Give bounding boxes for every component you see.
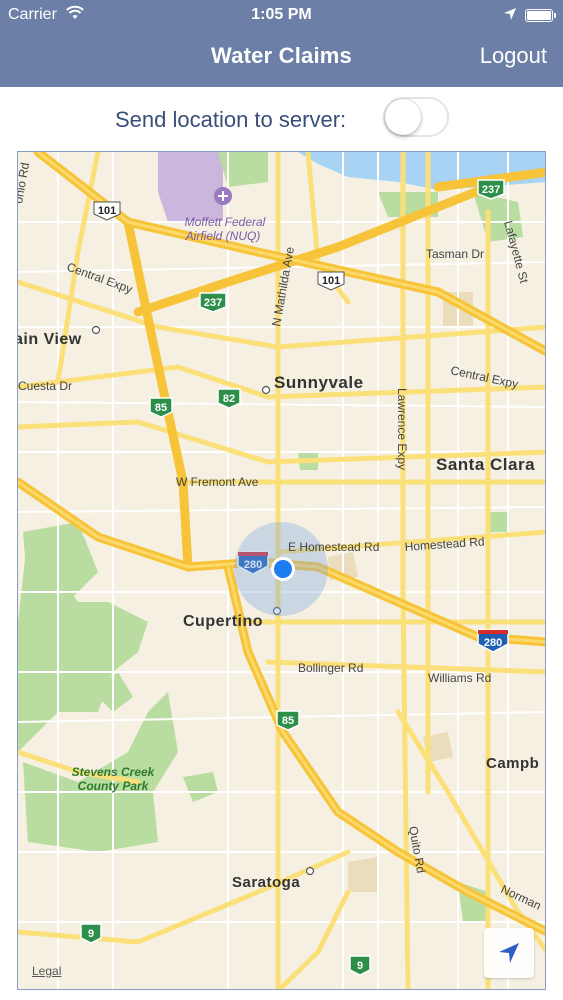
svg-text:101: 101 <box>322 275 340 287</box>
label-street-bollinger: Bollinger Rd <box>298 661 363 675</box>
battery-icon <box>525 9 556 22</box>
shield-82: 82 <box>217 388 241 409</box>
label-street-homestead: Homestead Rd <box>404 534 485 554</box>
svg-text:9: 9 <box>357 960 363 972</box>
label-airfield-line1: Moffett Federal <box>185 215 266 229</box>
label-airfield-line2: Airfield (NUQ) <box>185 229 261 243</box>
shield-237-b: 237 <box>199 292 227 313</box>
label-street-onio: onio Rd <box>18 161 32 204</box>
label-street-lawrence: Lawrence Expy <box>395 388 409 470</box>
location-arrow-icon <box>504 8 516 20</box>
shield-9-b: 9 <box>349 955 371 976</box>
send-location-row: Send location to server: <box>0 96 563 144</box>
airport-icon <box>214 187 232 205</box>
label-street-tasman: Tasman Dr <box>426 247 484 261</box>
clock: 1:05 PM <box>251 6 312 23</box>
svg-text:237: 237 <box>482 184 500 196</box>
label-city-campb: Campb <box>486 755 539 772</box>
shield-237-a: 237 <box>477 179 505 200</box>
status-bar: Carrier 1:05 PM <box>0 0 563 32</box>
legal-link[interactable]: Legal <box>32 964 61 978</box>
toggle-knob[interactable] <box>385 99 421 135</box>
map-canvas[interactable]: 101 101 237 237 85 82 280 280 85 9 9 Mof… <box>18 152 546 990</box>
label-street-fremont: W Fremont Ave <box>176 475 259 489</box>
logout-button[interactable]: Logout <box>480 43 547 69</box>
label-city-cupertino: Cupertino <box>183 613 263 630</box>
navigation-bar: Carrier 1:05 PM Water Claims Logout <box>0 0 563 87</box>
shield-85-b: 85 <box>276 710 300 731</box>
tracking-button[interactable] <box>484 928 534 978</box>
label-street-e-homestead: E Homestead Rd <box>288 540 379 554</box>
location-arrow-icon <box>499 943 519 963</box>
label-park-line2: County Park <box>78 779 150 793</box>
svg-text:237: 237 <box>204 297 222 309</box>
label-city-saratoga: Saratoga <box>232 874 300 891</box>
label-city-sunnyvale: Sunnyvale <box>274 373 364 392</box>
shield-85-a: 85 <box>149 397 173 418</box>
send-location-label: Send location to server: <box>115 107 347 132</box>
svg-text:85: 85 <box>282 715 294 727</box>
label-street-lafayette: Lafayette St <box>501 219 531 285</box>
svg-text:85: 85 <box>155 402 167 414</box>
page-title: Water Claims <box>211 43 352 68</box>
svg-text:82: 82 <box>223 393 235 405</box>
user-location[interactable] <box>234 522 328 616</box>
map-view[interactable]: 101 101 237 237 85 82 280 280 85 9 9 Mof… <box>17 151 546 990</box>
svg-text:9: 9 <box>88 928 94 940</box>
label-city-ain-view: ain View <box>18 331 82 348</box>
svg-text:280: 280 <box>484 637 502 649</box>
label-street-williams: Williams Rd <box>428 671 491 685</box>
shield-101-b: 101 <box>317 271 345 291</box>
svg-text:101: 101 <box>98 205 116 217</box>
label-street-quito: Quito Rd <box>406 825 428 874</box>
shield-280-b: 280 <box>477 629 509 653</box>
send-location-toggle[interactable] <box>383 97 449 137</box>
label-park-line1: Stevens Creek <box>72 765 156 779</box>
label-city-santa-clara: Santa Clara <box>436 455 535 474</box>
label-street-cuesta: Cuesta Dr <box>18 379 72 393</box>
shield-9-a: 9 <box>80 923 102 944</box>
